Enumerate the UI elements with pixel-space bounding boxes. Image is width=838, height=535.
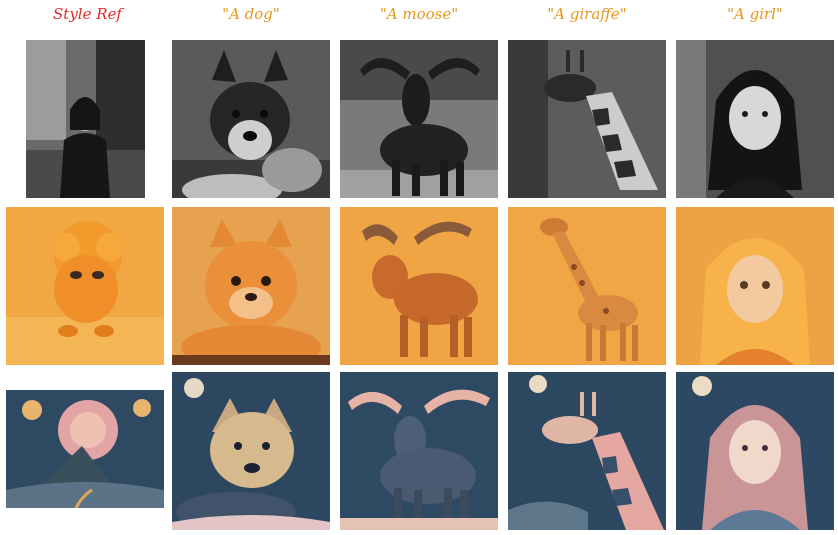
prompt-header-girl: "A girl" xyxy=(727,5,783,23)
dog-starry-illustration xyxy=(172,372,330,530)
girl-orange-render xyxy=(676,207,834,365)
prompt-header-moose: "A moose" xyxy=(379,5,459,23)
style-ref-header: Style Ref xyxy=(53,5,122,23)
moose-orange-render xyxy=(340,207,498,365)
prompt-header-dog: "A dog" xyxy=(222,5,280,23)
prompt-header-giraffe: "A giraffe" xyxy=(547,5,627,23)
moose-starry-illustration xyxy=(340,372,498,530)
giraffe-orange-render xyxy=(508,207,666,365)
girl-starry-illustration xyxy=(676,372,834,530)
style-ref-bw-photo xyxy=(26,40,145,198)
moose-bw-photo xyxy=(340,40,498,198)
style-ref-orange-creature xyxy=(6,207,164,365)
girl-bw-photo xyxy=(676,40,834,198)
giraffe-starry-illustration xyxy=(508,372,666,530)
style-ref-starry-landscape xyxy=(6,390,164,508)
dog-bw-photo xyxy=(172,40,330,198)
dog-orange-render xyxy=(172,207,330,365)
giraffe-bw-photo xyxy=(508,40,666,198)
